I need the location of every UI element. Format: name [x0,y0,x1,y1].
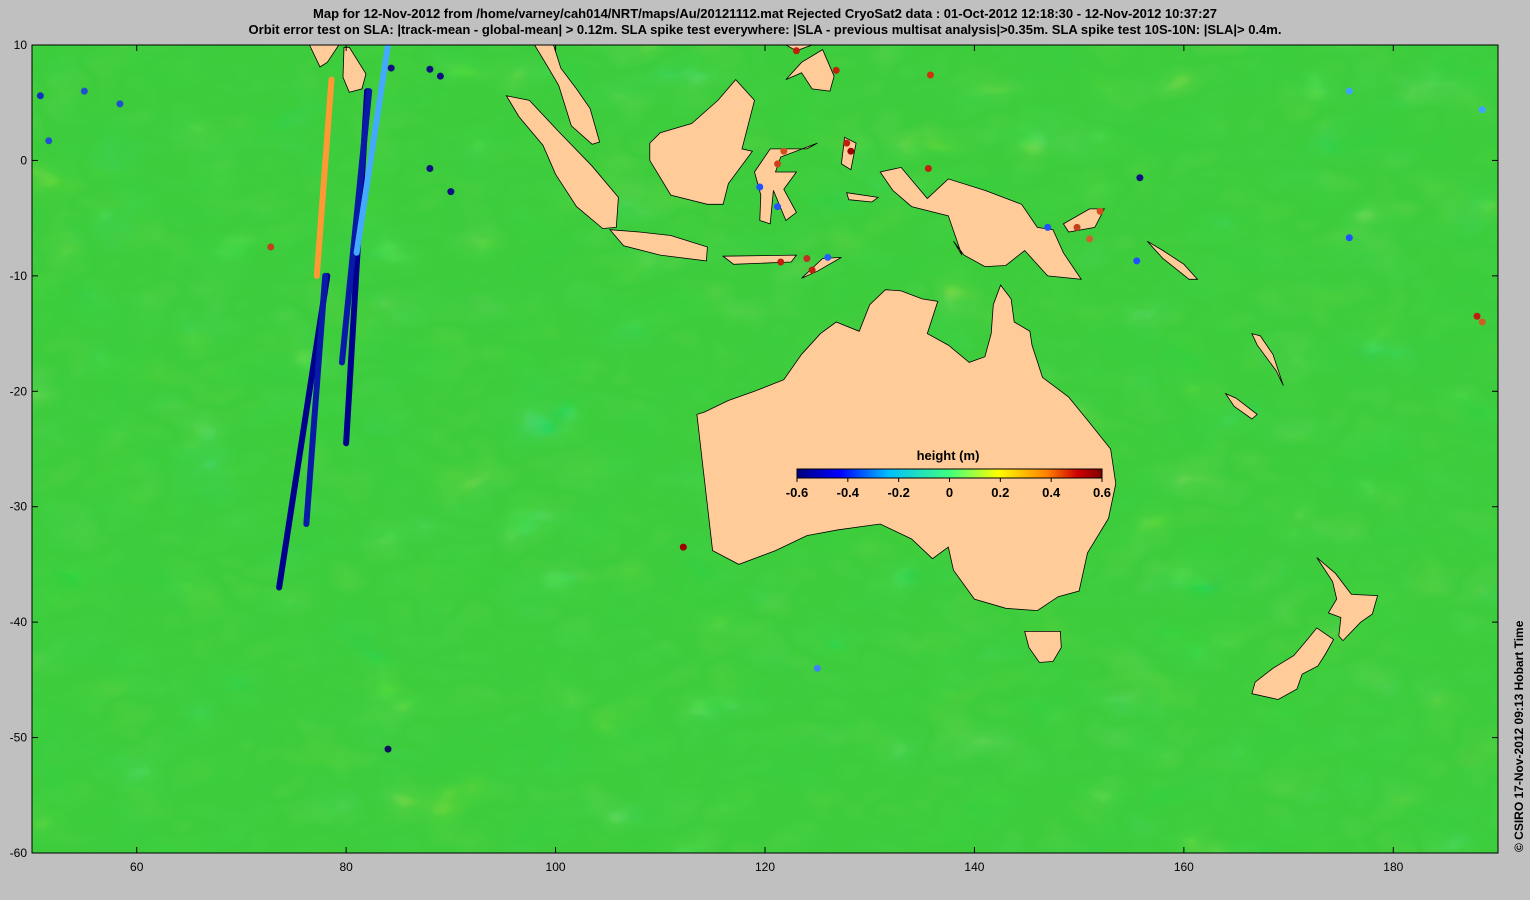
rejected-point [436,72,444,80]
rejected-point [1345,234,1353,242]
rejected-point [843,139,851,147]
rejected-point [824,253,832,261]
rejected-point [387,64,395,72]
y-tick-label: -10 [10,269,28,283]
y-tick-label: -30 [10,500,28,514]
rejected-point [1073,223,1081,231]
rejected-point [756,183,764,191]
rejected-point [426,65,434,73]
x-tick-label: 160 [1174,860,1194,874]
rejected-point [792,47,800,55]
rejected-point [1086,235,1094,243]
rejected-point [1096,207,1104,215]
y-tick-label: 10 [14,38,28,52]
rejected-point [777,258,785,266]
colorbar-label: height (m) [917,448,980,463]
rejected-point [36,92,44,100]
rejected-point [847,147,855,155]
rejected-point [1473,312,1481,320]
rejected-point [1478,106,1486,114]
rejected-point [803,255,811,263]
y-tick-label: -50 [10,731,28,745]
colorbar-strip [796,468,1103,479]
rejected-point [924,165,932,173]
y-tick-label: -60 [10,846,28,860]
rejected-point [832,66,840,74]
rejected-point [780,147,788,155]
rejected-point [116,100,124,108]
rejected-point [45,137,53,145]
rejected-point [1478,318,1486,326]
rejected-point [1044,223,1052,231]
rejected-point [813,664,821,672]
y-tick-label: 0 [20,153,27,167]
x-tick-label: 80 [339,860,353,874]
rejected-point [926,71,934,79]
rejected-point [1133,257,1141,265]
rejected-point [384,745,392,753]
x-tick-label: 180 [1383,860,1403,874]
rejected-point [1345,87,1353,95]
rejected-point [774,203,782,211]
colorbar-tick-label: -0.6 [786,485,808,500]
colorbar-tick-label: 0.6 [1093,485,1111,500]
rejected-point [447,188,455,196]
rejected-point [426,165,434,173]
rejected-point [679,543,687,551]
colorbar-tick-label: -0.4 [837,485,860,500]
rejected-point [267,243,275,251]
x-tick-label: 120 [755,860,775,874]
colorbar-tick-label: 0 [946,485,953,500]
x-tick-label: 100 [546,860,566,874]
y-tick-label: -40 [10,615,28,629]
rejected-point [808,266,816,274]
credit-text: © CSIRO 17-Nov-2012 09:13 Hobart Time [1512,620,1526,852]
colorbar-tick-label: -0.2 [887,485,909,500]
y-tick-label: -20 [10,384,28,398]
sea-level-anomaly-map[interactable]: 60 80 100 120 140 160 180 100-10-20-30-40-50-6… [0,0,1530,900]
colorbar-tick-label: 0.4 [1042,485,1061,500]
x-tick-label: 60 [130,860,144,874]
x-tick-label: 140 [964,860,984,874]
rejected-point [1136,174,1144,182]
rejected-point [774,160,782,168]
plot-area[interactable] [32,34,1498,854]
rejected-point [80,87,88,95]
colorbar-tick-label: 0.2 [991,485,1009,500]
